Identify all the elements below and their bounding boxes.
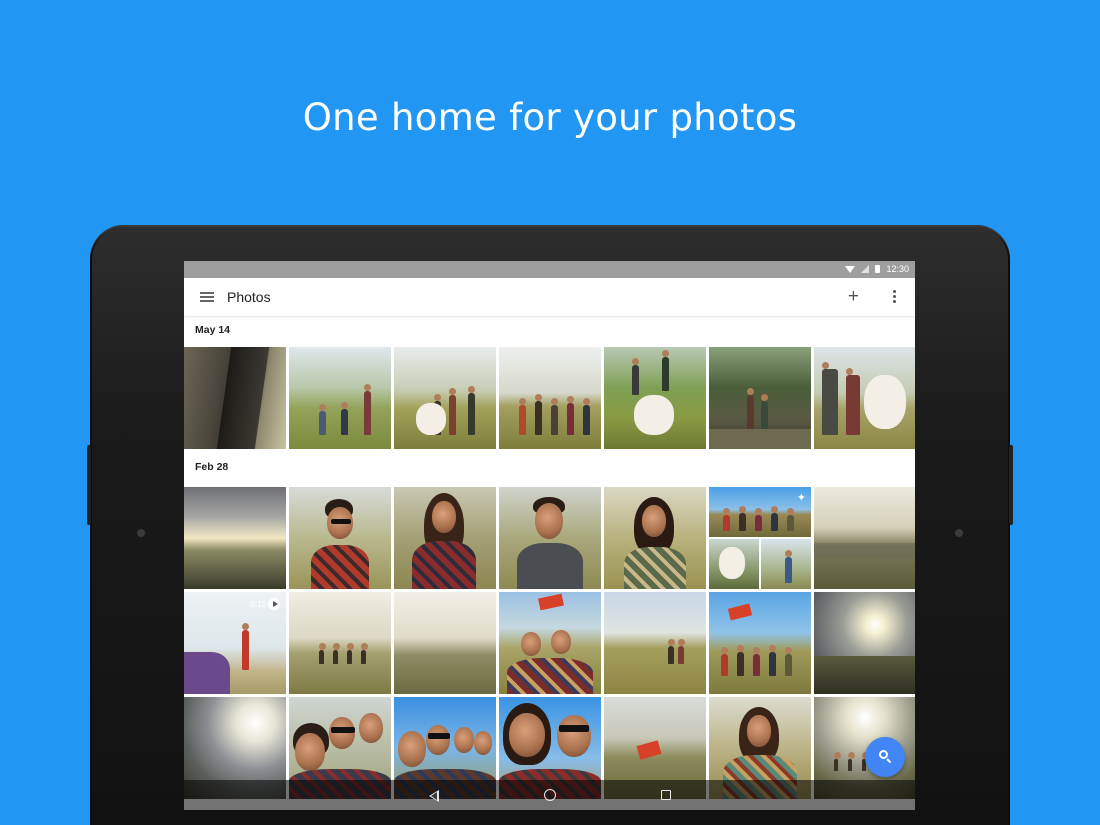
tablet-screen: 12:30 Photos + May 14 Feb 28 ✦ 0:12 [184, 261, 915, 810]
photo-feb-5[interactable] [604, 487, 706, 589]
photo-feb-9[interactable] [289, 592, 391, 694]
photo-feb-14[interactable] [814, 592, 915, 694]
front-camera [955, 529, 963, 537]
headline: One home for your photos [302, 96, 798, 139]
photo-feb-6[interactable]: ✦ [709, 487, 811, 589]
app-title: Photos [227, 289, 271, 305]
photo-feb-3[interactable] [394, 487, 496, 589]
status-time: 12:30 [886, 264, 909, 274]
sparkle-icon: ✦ [796, 492, 806, 504]
system-nav-bar [184, 780, 915, 810]
video-duration: 0:12 [250, 600, 266, 609]
photo-feb-2[interactable] [289, 487, 391, 589]
back-icon[interactable] [429, 790, 439, 802]
photo-grid-feb: ✦ 0:12 [184, 487, 915, 799]
photo-feb-10[interactable] [394, 592, 496, 694]
photo-may-2[interactable] [289, 347, 391, 449]
photo-feb-13[interactable] [709, 592, 811, 694]
photo-feb-7[interactable] [814, 487, 915, 589]
front-sensor [137, 529, 145, 537]
battery-icon [875, 265, 881, 273]
photo-may-7[interactable] [814, 347, 915, 449]
home-icon[interactable] [544, 789, 556, 801]
photo-may-3[interactable] [394, 347, 496, 449]
plus-icon[interactable]: + [848, 287, 859, 306]
signal-icon [861, 265, 870, 273]
status-bar: 12:30 [184, 261, 915, 278]
play-icon [268, 598, 280, 610]
power-button [1009, 445, 1013, 525]
tablet-device: 12:30 Photos + May 14 Feb 28 ✦ 0:12 [87, 225, 1013, 825]
search-button[interactable] [865, 737, 905, 777]
app-toolbar: Photos + [184, 278, 915, 316]
menu-icon[interactable] [200, 292, 214, 302]
photo-feb-1[interactable] [184, 487, 286, 589]
wifi-icon [845, 265, 856, 273]
section-date-may: May 14 [195, 324, 231, 336]
volume-button [87, 445, 91, 525]
photo-grid-may [184, 347, 915, 449]
photo-may-6[interactable] [709, 347, 811, 449]
photo-may-4[interactable] [499, 347, 601, 449]
recent-apps-icon[interactable] [661, 790, 671, 800]
photo-feb-11[interactable] [499, 592, 601, 694]
photo-may-1[interactable] [184, 347, 286, 449]
photo-may-5[interactable] [604, 347, 706, 449]
photo-feb-8[interactable]: 0:12 [184, 592, 286, 694]
photo-feb-12[interactable] [604, 592, 706, 694]
photo-feb-4[interactable] [499, 487, 601, 589]
more-vert-icon[interactable] [893, 290, 897, 305]
section-date-feb: Feb 28 [195, 461, 229, 473]
